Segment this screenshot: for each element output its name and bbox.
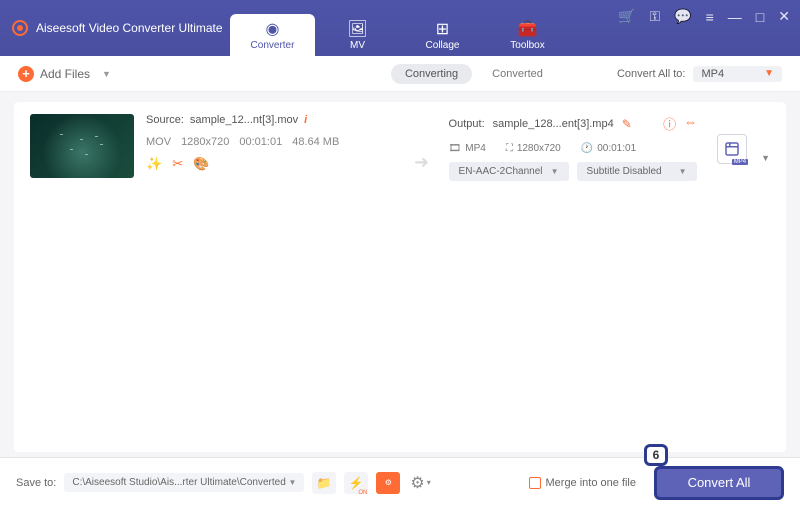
menu-icon[interactable]: ≡ [706, 9, 714, 25]
app-logo: Aiseesoft Video Converter Ultimate [12, 20, 223, 36]
output-filename: sample_128...ent[3].mp4 [493, 118, 614, 130]
tab-mv[interactable]: 🖼 MV [315, 14, 400, 56]
hardware-accel-button[interactable]: ⚡ON [344, 472, 368, 494]
cart-icon[interactable]: 🛒 [618, 8, 635, 25]
merge-label: Merge into one file [546, 477, 637, 489]
checkbox-icon [529, 477, 541, 489]
collage-icon: ⊞ [436, 19, 449, 39]
tab-collage[interactable]: ⊞ Collage [400, 14, 485, 56]
format-value: MP4 [701, 68, 724, 80]
clock-icon: 🕐 [581, 143, 593, 154]
expand-icon: ⛶ [506, 143, 513, 154]
source-format: MOV [146, 136, 171, 148]
output-format: MP4 [465, 143, 486, 154]
key-icon[interactable]: ⚿ [650, 8, 661, 25]
arrow-icon: ➜ [407, 144, 437, 181]
wand-icon[interactable]: ✨ [146, 156, 162, 172]
folder-open-button[interactable]: 📁 [312, 472, 336, 494]
format-badge: MP4 [732, 159, 748, 165]
subtitle-select[interactable]: Subtitle Disabled ▼ [577, 162, 697, 181]
tab-label: Converter [251, 40, 295, 51]
audio-select[interactable]: EN-AAC-2Channel ▼ [449, 162, 569, 181]
add-files-button[interactable]: + Add Files ▼ [18, 66, 111, 82]
gpu-button[interactable]: ⚙ON [376, 472, 400, 494]
save-to-label: Save to: [16, 477, 56, 489]
tab-label: Collage [426, 40, 460, 51]
chevron-down-icon: ▼ [551, 167, 559, 176]
chevron-down-icon: ▼ [288, 478, 296, 487]
format-select[interactable]: MP4 ▼ [693, 66, 782, 82]
scissors-icon[interactable]: ✂ [172, 156, 183, 172]
minimize-icon[interactable]: — [728, 9, 742, 25]
chevron-down-icon: ▼ [764, 68, 774, 79]
chevron-down-icon: ▼ [679, 167, 687, 176]
tab-converter[interactable]: ◉ Converter [230, 14, 315, 56]
merge-checkbox[interactable]: Merge into one file [529, 477, 637, 489]
output-duration: 00:01:01 [597, 143, 636, 154]
save-path-value: C:\Aiseesoft Studio\Ais...rter Ultimate\… [72, 477, 285, 488]
toolbox-icon: 🧰 [518, 19, 538, 39]
source-filename: sample_12...nt[3].mov [190, 114, 298, 126]
feedback-icon[interactable]: 💬 [674, 8, 691, 25]
source-label: Source: [146, 114, 184, 126]
source-resolution: 1280x720 [181, 136, 229, 148]
converter-icon: ◉ [266, 19, 280, 39]
palette-icon[interactable]: 🎨 [193, 156, 209, 172]
settings-button[interactable]: ⚙▾ [410, 473, 430, 493]
save-path-select[interactable]: C:\Aiseesoft Studio\Ais...rter Ultimate\… [64, 473, 304, 492]
output-settings-button[interactable]: MP4 [717, 134, 747, 164]
subtab-converting[interactable]: Converting [391, 64, 472, 84]
video-thumbnail[interactable] [30, 114, 134, 178]
add-files-label: Add Files [40, 67, 90, 81]
audio-value: EN-AAC-2Channel [459, 166, 543, 177]
close-icon[interactable]: ✕ [778, 8, 790, 25]
subtab-converted[interactable]: Converted [478, 64, 557, 84]
chevron-down-icon[interactable]: ▼ [761, 153, 770, 163]
compress-icon[interactable]: ⇔ [684, 114, 697, 133]
file-item: Source: sample_12...nt[3].mov i MOV 1280… [30, 114, 770, 181]
source-size: 48.64 MB [292, 136, 339, 148]
subtitle-value: Subtitle Disabled [587, 166, 662, 177]
info-icon[interactable]: i [304, 114, 307, 126]
chevron-down-icon: ▼ [102, 69, 111, 79]
step-badge: 6 [644, 444, 668, 466]
tab-label: Toolbox [510, 40, 544, 51]
output-resolution: 1280x720 [517, 143, 561, 154]
info-circle-icon[interactable]: ⓘ [663, 114, 676, 133]
maximize-icon[interactable]: □ [756, 9, 764, 25]
app-title: Aiseesoft Video Converter Ultimate [36, 21, 223, 35]
film-icon: 🎞 [449, 143, 462, 154]
mv-icon: 🖼 [347, 19, 367, 39]
brand-icon [12, 20, 28, 36]
source-duration: 00:01:01 [239, 136, 282, 148]
output-label: Output: [449, 118, 485, 130]
convert-all-to-label: Convert All to: [617, 68, 685, 80]
rename-icon[interactable]: ✎ [622, 117, 632, 131]
tab-toolbox[interactable]: 🧰 Toolbox [485, 14, 570, 56]
convert-all-button[interactable]: Convert All [654, 466, 784, 500]
tab-label: MV [350, 40, 365, 51]
plus-icon: + [18, 66, 34, 82]
